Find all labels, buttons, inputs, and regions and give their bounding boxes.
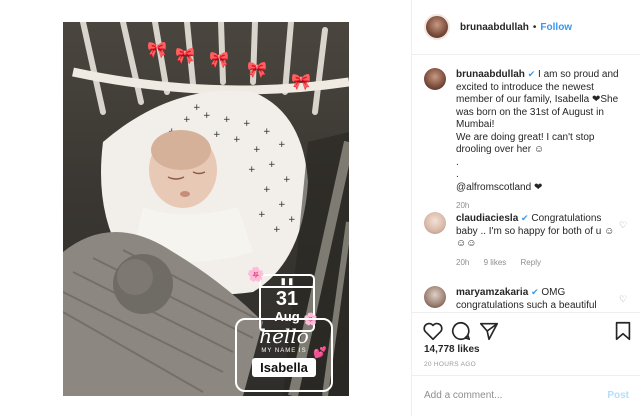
- svg-text:+: +: [193, 103, 201, 113]
- verified-badge-icon: ✔: [521, 213, 529, 223]
- heart-sticker-icon: 💕: [313, 347, 327, 359]
- caption-text-2: We are doing great! I can't stop droolin…: [456, 131, 595, 156]
- comment-username[interactable]: claudiaciesla: [456, 213, 518, 224]
- svg-text:+: +: [233, 135, 241, 145]
- svg-text:+: +: [258, 210, 266, 220]
- reply-button[interactable]: Reply: [521, 258, 541, 267]
- share-icon[interactable]: [478, 320, 500, 342]
- date-day: 31: [275, 288, 299, 310]
- svg-text:+: +: [183, 115, 191, 125]
- svg-text:+: +: [223, 115, 231, 125]
- post-photo[interactable]: ++++ ++++ ++++ ++++ ++++: [63, 22, 349, 396]
- name-sticker: hello MY NAME IS Isabella 💕: [235, 318, 333, 392]
- post-timestamp: 20 HOURS AGO: [424, 361, 477, 368]
- svg-text:+: +: [278, 200, 286, 210]
- caption-mention[interactable]: @alfromscotland ❤: [456, 182, 629, 195]
- caption: brunaabdullah ✔ I am so proud and excite…: [424, 68, 629, 213]
- svg-text:+: +: [273, 225, 281, 235]
- bow-sticker-icon: 🎀: [291, 74, 311, 91]
- caption-meta: 20h: [456, 200, 629, 213]
- add-comment-bar: Add a comment... Post: [412, 375, 640, 416]
- comment-like-heart-icon[interactable]: ♡: [619, 220, 629, 230]
- svg-text:+: +: [263, 185, 271, 195]
- caption-username[interactable]: brunaabdullah: [456, 69, 525, 80]
- bookmark-icon[interactable]: [612, 320, 634, 342]
- comment-meta: 20h 9 likes Reply: [456, 257, 616, 270]
- post-sidebar: brunaabdullah • Follow brunaabdullah ✔ I…: [411, 0, 640, 416]
- bow-sticker-icon: 🎀: [209, 52, 229, 69]
- svg-text:+: +: [268, 160, 276, 170]
- comments-list[interactable]: brunaabdullah ✔ I am so proud and excite…: [412, 56, 640, 310]
- comment-username[interactable]: maryamzakaria: [456, 287, 528, 298]
- avatar[interactable]: [424, 212, 446, 234]
- instagram-post-window: ++++ ++++ ++++ ++++ ++++: [0, 0, 640, 416]
- avatar[interactable]: [424, 286, 446, 308]
- hello-text: hello: [259, 324, 309, 348]
- like-heart-icon[interactable]: [422, 320, 444, 342]
- author-username[interactable]: brunaabdullah: [460, 22, 529, 33]
- calendar-rings-icon: ▮ ▮: [261, 276, 313, 288]
- verified-badge-icon: ✔: [531, 287, 539, 297]
- post-header: brunaabdullah • Follow: [412, 0, 640, 55]
- bow-sticker-icon: 🎀: [175, 48, 195, 65]
- caption-dots-2: .: [456, 169, 459, 180]
- avatar[interactable]: [424, 14, 450, 40]
- avatar[interactable]: [424, 68, 446, 90]
- comment-item: claudiaciesla ✔ Congratulations baby .. …: [424, 212, 629, 269]
- baby-name-label: Isabella: [252, 358, 316, 377]
- svg-text:+: +: [243, 119, 251, 129]
- comment-item: maryamzakaria ✔ OMG congratulations such…: [424, 286, 629, 310]
- bow-sticker-icon: 🎀: [147, 42, 167, 59]
- svg-text:+: +: [278, 140, 286, 150]
- caption-time: 20h: [456, 201, 470, 210]
- svg-text:+: +: [248, 165, 256, 175]
- caption-dots: .: [456, 156, 459, 168]
- post-button[interactable]: Post: [607, 390, 629, 401]
- svg-text:+: +: [288, 215, 296, 225]
- flower-sticker-icon: 🌸: [247, 266, 265, 282]
- action-bar: [412, 312, 640, 347]
- svg-text:+: +: [203, 111, 211, 121]
- separator-dot: •: [532, 21, 537, 33]
- follow-button[interactable]: Follow: [540, 22, 572, 33]
- likes-count[interactable]: 14,778 likes: [424, 344, 480, 355]
- comment-time: 20h: [456, 257, 470, 267]
- svg-text:+: +: [283, 175, 291, 185]
- verified-badge-icon: ✔: [527, 69, 536, 79]
- comment-input[interactable]: Add a comment...: [424, 390, 502, 401]
- comment-like-heart-icon[interactable]: ♡: [619, 294, 629, 304]
- bow-sticker-icon: 🎀: [247, 62, 267, 79]
- comment-bubble-icon[interactable]: [450, 320, 472, 342]
- svg-text:+: +: [213, 130, 221, 140]
- svg-text:+: +: [263, 127, 271, 137]
- comment-likes[interactable]: 9 likes: [484, 258, 507, 267]
- svg-text:+: +: [253, 145, 261, 155]
